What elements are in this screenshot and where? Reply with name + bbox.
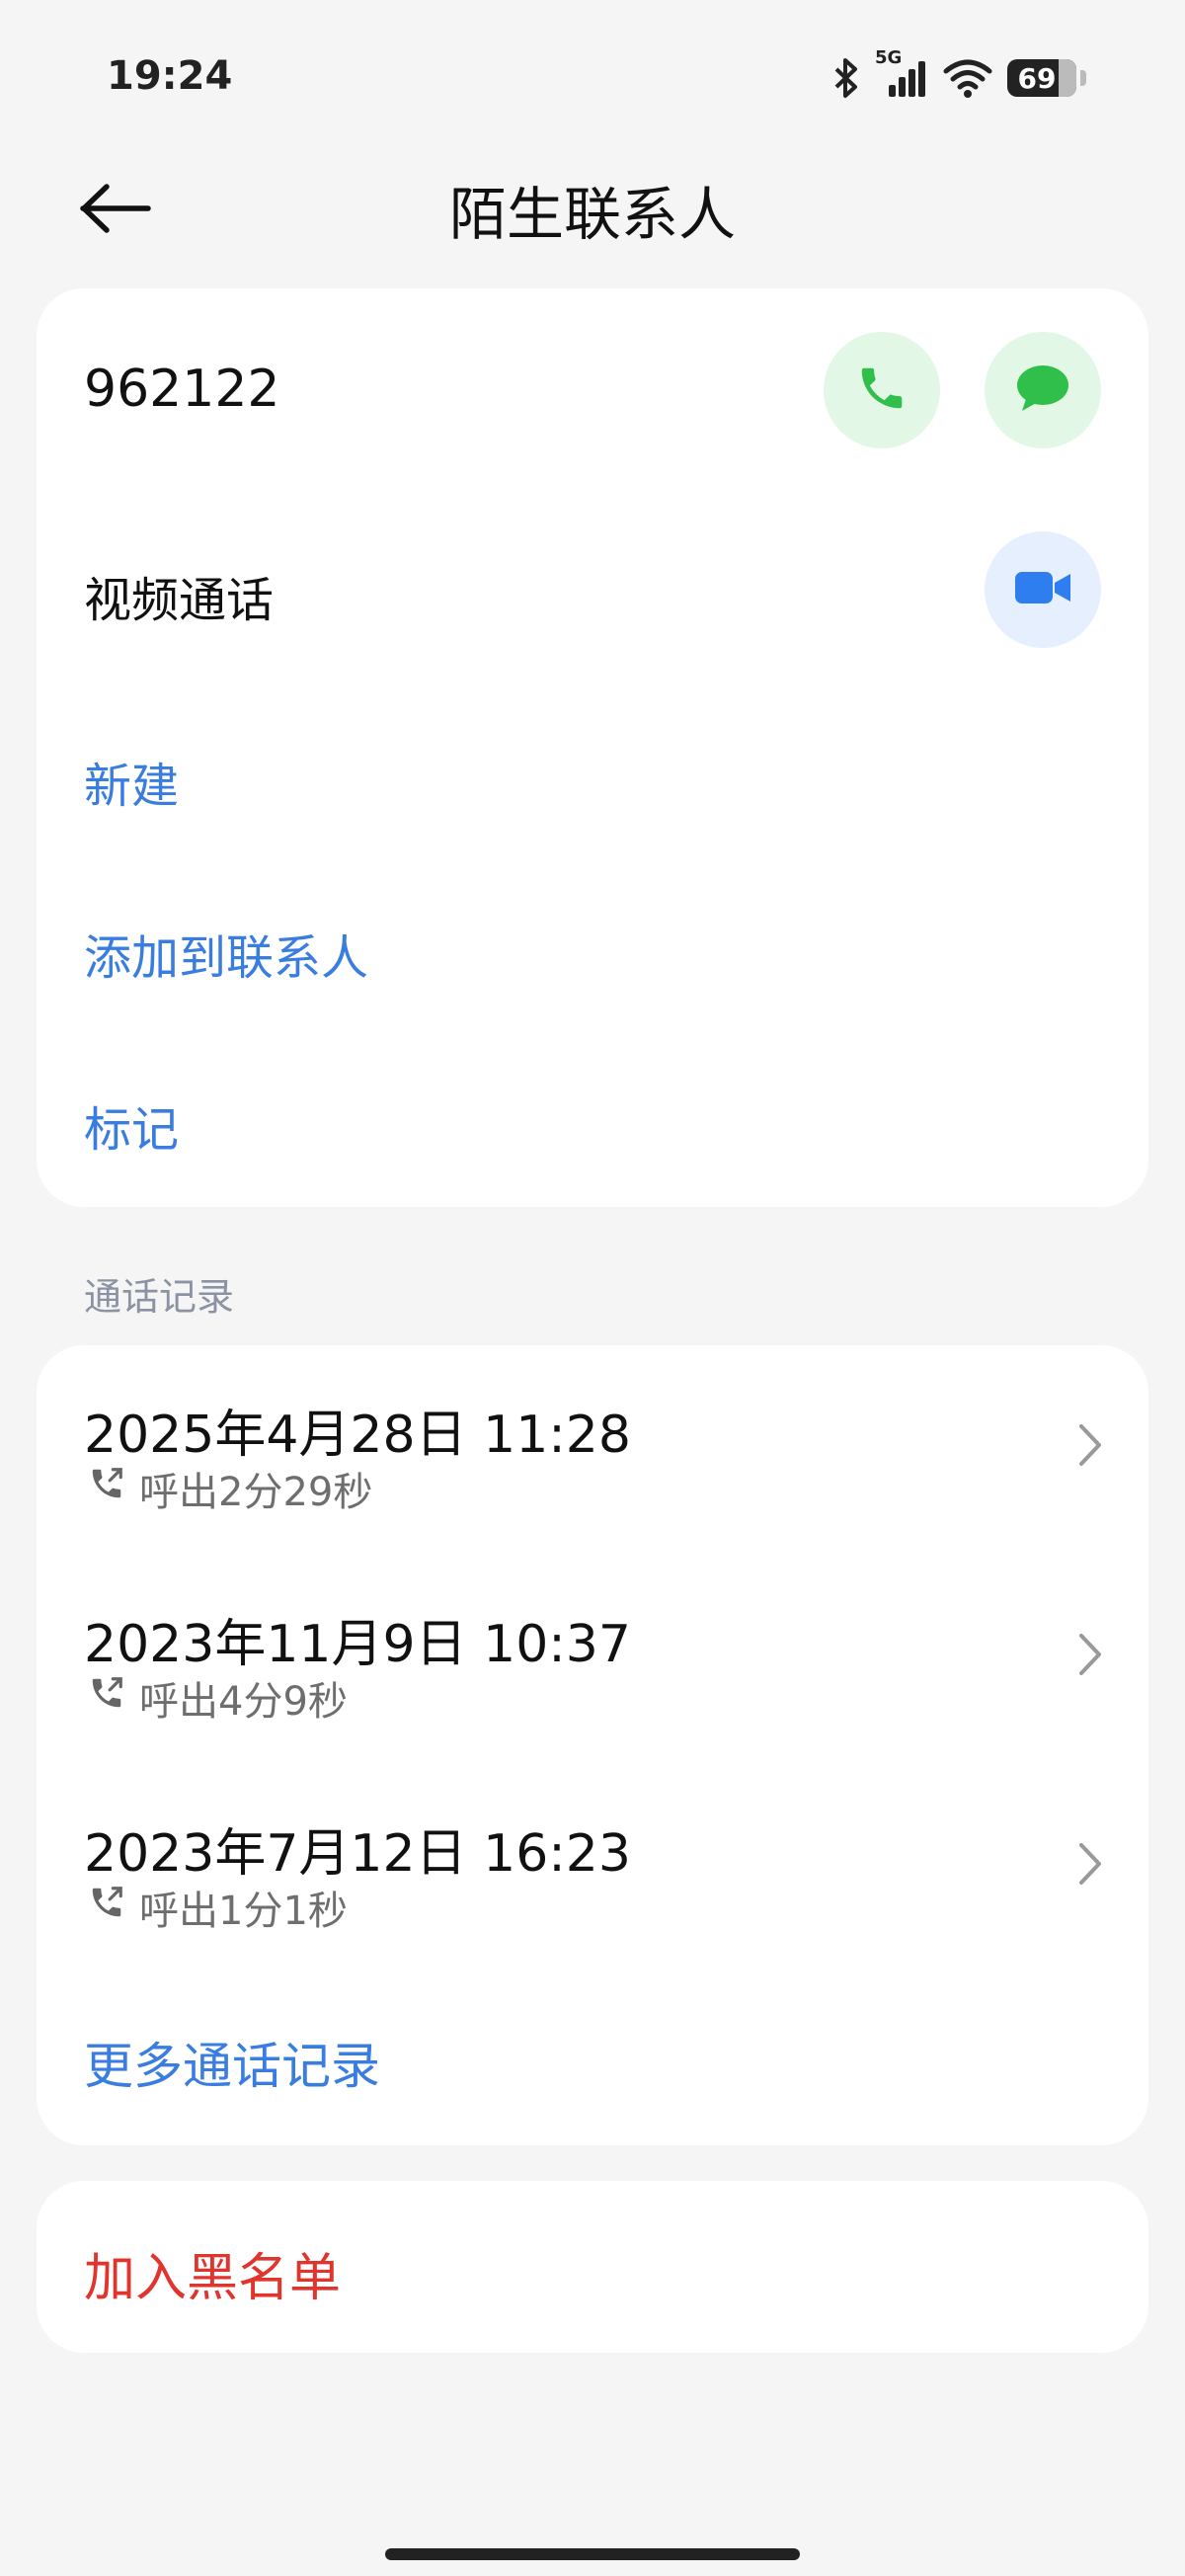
call-log-item[interactable]: 2023年7月12日 16:23 呼出1分1秒 (37, 1764, 1148, 1962)
add-to-contacts-link[interactable]: 添加到联系人 (84, 919, 368, 988)
call-log-card: 2025年4月28日 11:28 呼出2分29秒 2023年11月9日 10:3… (37, 1345, 1148, 2145)
call-detail-row: 呼出4分9秒 (88, 1669, 348, 1727)
status-bar: 19:24 5G 69 (0, 0, 1185, 148)
chevron-right-icon (1077, 1841, 1103, 1891)
call-log-item[interactable]: 2025年4月28日 11:28 呼出2分29秒 (37, 1345, 1148, 1543)
wifi-icon (942, 57, 993, 99)
chevron-right-icon (1077, 1632, 1103, 1681)
chevron-right-icon (1077, 1422, 1103, 1472)
header: 陌生联系人 (0, 148, 1185, 272)
call-detail: 呼出4分9秒 (139, 1679, 348, 1725)
new-contact-link[interactable]: 新建 (84, 747, 179, 816)
mark-number-link[interactable]: 标记 (84, 1090, 179, 1160)
chat-bubble-icon (1014, 362, 1071, 419)
bluetooth-icon (831, 57, 861, 99)
cellular-signal-icon: 5G (875, 47, 928, 99)
call-log-section-title: 通话记录 (84, 1275, 235, 1319)
call-detail: 呼出1分1秒 (139, 1889, 348, 1934)
status-time: 19:24 (107, 53, 233, 99)
video-call-label: 视频通话 (84, 573, 275, 628)
call-detail-row: 呼出1分1秒 (88, 1879, 348, 1936)
call-detail-row: 呼出2分29秒 (88, 1460, 372, 1517)
home-indicator[interactable] (385, 2548, 800, 2560)
phone-number: 962122 (84, 360, 280, 419)
phone-icon (855, 362, 908, 419)
call-log-item[interactable]: 2023年11月9日 10:37 呼出4分9秒 (37, 1555, 1148, 1752)
call-datetime: 2023年11月9日 10:37 (84, 1615, 631, 1674)
message-button[interactable] (985, 332, 1101, 448)
outgoing-call-icon (88, 1884, 125, 1931)
video-call-button[interactable] (985, 531, 1101, 648)
call-button[interactable] (824, 332, 940, 448)
call-detail: 呼出2分29秒 (139, 1470, 373, 1515)
page-title: 陌生联系人 (448, 181, 736, 248)
contact-card: 962122 视频通话 新建 添加到联系人 标记 (37, 288, 1148, 1207)
network-type-label: 5G (875, 47, 903, 68)
status-icons: 5G 69 (831, 47, 1086, 101)
block-card: 加入黑名单 (37, 2181, 1148, 2353)
battery-indicator: 69 (1007, 59, 1086, 97)
more-call-log-link[interactable]: 更多通话记录 (84, 2027, 380, 2098)
call-datetime: 2023年7月12日 16:23 (84, 1824, 631, 1884)
outgoing-call-icon (88, 1674, 125, 1722)
video-camera-icon (1013, 568, 1072, 611)
call-datetime: 2025年4月28日 11:28 (84, 1406, 631, 1465)
outgoing-call-icon (88, 1465, 125, 1512)
battery-level: 69 (1017, 61, 1057, 95)
add-to-blacklist-button[interactable]: 加入黑名单 (84, 2236, 341, 2310)
